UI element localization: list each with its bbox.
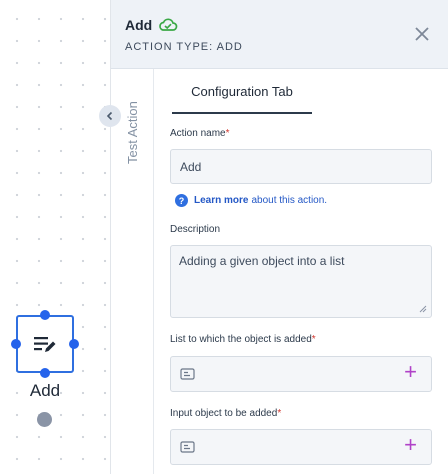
- tab-test-action[interactable]: Test Action: [113, 90, 153, 210]
- resize-grip-icon[interactable]: [419, 305, 427, 313]
- action-name-input[interactable]: [171, 150, 431, 183]
- required-mark: *: [311, 334, 316, 345]
- action-panel: Add ACTION TYPE: ADD: [110, 0, 448, 474]
- list-label: List to which the object is added*: [170, 334, 316, 345]
- learn-more-text: about this action.: [251, 195, 328, 206]
- tab-configuration[interactable]: Configuration Tab: [172, 82, 312, 114]
- input-object-field[interactable]: +: [170, 429, 432, 465]
- node-handle-right[interactable]: [69, 339, 79, 349]
- workflow-canvas[interactable]: Add: [0, 0, 110, 474]
- action-name-label: Action name*: [170, 128, 230, 139]
- edit-list-icon: [34, 337, 56, 352]
- panel-title: Add: [125, 17, 153, 33]
- close-icon[interactable]: [415, 27, 429, 41]
- node-handle-bottom[interactable]: [40, 368, 50, 378]
- node-handle-left[interactable]: [11, 339, 21, 349]
- description-field[interactable]: Adding a given object into a list: [170, 245, 432, 318]
- learn-more-row: ? Learn more about this action.: [175, 194, 327, 207]
- description-label: Description: [170, 224, 221, 235]
- chevron-left-icon: [106, 111, 113, 121]
- list-label-text: List to which the object is added: [170, 334, 312, 345]
- variable-icon: [180, 441, 195, 453]
- add-input-plus-icon[interactable]: +: [404, 434, 417, 456]
- action-name-label-text: Action name: [170, 128, 226, 139]
- action-type-subtitle: ACTION TYPE: ADD: [125, 41, 243, 53]
- panel-header: Add ACTION TYPE: ADD: [111, 0, 448, 69]
- add-node[interactable]: [16, 315, 74, 373]
- input-object-label-text: Input object to be added: [170, 408, 278, 419]
- node-handle-top[interactable]: [40, 310, 50, 320]
- variable-icon: [180, 368, 195, 380]
- tab-test-action-label: Test Action: [125, 101, 140, 164]
- learn-more-link[interactable]: Learn more: [194, 195, 248, 206]
- collapse-panel-button[interactable]: [99, 105, 121, 127]
- node-label: Add: [29, 381, 61, 400]
- required-mark: *: [277, 408, 282, 419]
- divider: [153, 69, 154, 474]
- help-icon: ?: [175, 194, 188, 207]
- action-name-field[interactable]: [170, 149, 432, 184]
- required-mark: *: [225, 128, 230, 139]
- add-list-plus-icon[interactable]: +: [404, 361, 417, 383]
- description-textarea[interactable]: Adding a given object into a list: [171, 246, 431, 317]
- list-field[interactable]: +: [170, 356, 432, 392]
- input-object-label: Input object to be added*: [170, 408, 281, 419]
- cloud-check-icon: [159, 18, 178, 31]
- node-connector-dot[interactable]: [37, 412, 52, 427]
